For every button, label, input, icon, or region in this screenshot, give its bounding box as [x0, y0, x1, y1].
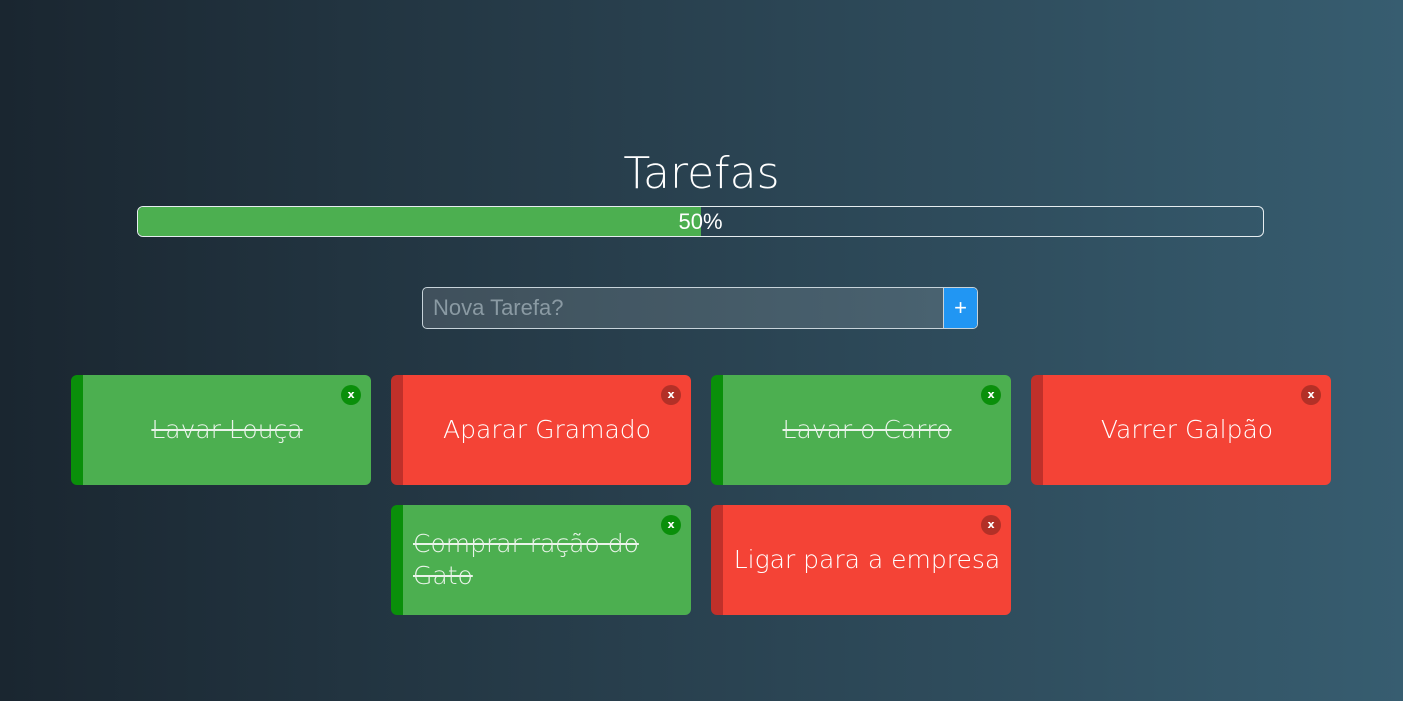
delete-task-button[interactable]: x: [981, 385, 1001, 405]
task-label: Varrer Galpão: [1100, 415, 1274, 444]
task-list: Lavar Louça x Aparar Gramado x Lavar o C…: [61, 375, 1341, 615]
task-label: Lavar Louça: [151, 415, 303, 444]
progress-label: 50%: [678, 209, 723, 234]
task-card[interactable]: Comprar ração do Gato x: [391, 505, 691, 615]
task-card[interactable]: Ligar para a empresa x: [711, 505, 1011, 615]
page-title: Tarefas: [623, 148, 780, 199]
task-label: Lavar o Carro: [782, 415, 952, 444]
new-task-input[interactable]: [423, 288, 943, 328]
progress-bar: 50%: [137, 206, 1264, 237]
task-label: Ligar para a empresa: [733, 545, 1001, 574]
task-label: Aparar Gramado: [443, 415, 651, 444]
task-card[interactable]: Varrer Galpão x: [1031, 375, 1331, 485]
task-card[interactable]: Lavar o Carro x: [711, 375, 1011, 485]
delete-task-button[interactable]: x: [981, 515, 1001, 535]
add-task-button[interactable]: +: [943, 288, 977, 328]
task-label: Comprar ração do Gato: [413, 529, 639, 590]
delete-task-button[interactable]: x: [661, 385, 681, 405]
delete-task-button[interactable]: x: [1301, 385, 1321, 405]
task-card[interactable]: Aparar Gramado x: [391, 375, 691, 485]
delete-task-button[interactable]: x: [661, 515, 681, 535]
delete-task-button[interactable]: x: [341, 385, 361, 405]
task-card[interactable]: Lavar Louça x: [71, 375, 371, 485]
new-task-form: +: [422, 287, 978, 329]
